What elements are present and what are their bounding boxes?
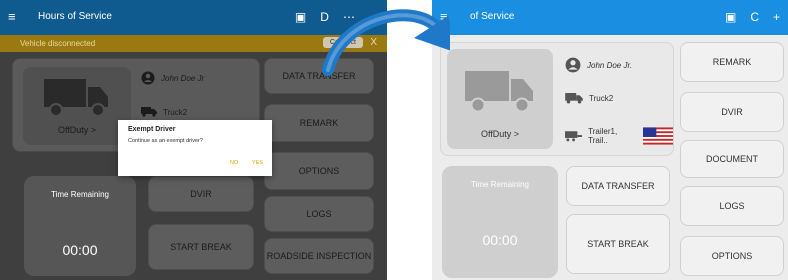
dvir-button[interactable]: DVIR	[148, 176, 254, 212]
time-remaining-label: Time Remaining	[51, 190, 109, 199]
time-remaining-card: Time Remaining 00:00	[442, 166, 558, 278]
banner-text: Vehicle disconnected	[20, 39, 96, 48]
options-button[interactable]: OPTIONS	[264, 152, 374, 190]
trailer-names: Trailer1, Trail..	[588, 127, 618, 145]
right-screenshot: ≡ of Service ▣ C + OffDuty > John Doe Jr…	[432, 0, 788, 280]
logs-button[interactable]: LOGS	[264, 196, 374, 232]
options-button[interactable]: OPTIONS	[680, 236, 784, 276]
status-tile[interactable]: OffDuty >	[23, 67, 131, 145]
user-icon	[565, 57, 581, 73]
driver-row: John Doe Jr.	[565, 57, 632, 73]
app-title: of Service	[470, 11, 515, 22]
sync-icon[interactable]: C	[750, 10, 759, 24]
roadside-inspection-button[interactable]: ROADSIDE INSPECTION	[264, 238, 374, 274]
start-break-button[interactable]: START BREAK	[148, 224, 254, 270]
user-icon	[141, 71, 155, 85]
dialog-message: Continue as an exempt driver?	[128, 138, 203, 144]
app-bar: ≡ of Service ▣ C +	[432, 0, 788, 35]
menu-icon[interactable]: ≡	[8, 9, 16, 24]
dialog-no-button[interactable]: NO	[230, 160, 238, 166]
duty-status: OffDuty >	[480, 129, 520, 139]
logs-button[interactable]: LOGS	[680, 186, 784, 226]
truck-small-icon	[565, 93, 583, 104]
vehicle-row: Truck2	[565, 93, 613, 104]
driver-card: OffDuty > John Doe Jr. Truck2 Trailer1, …	[440, 42, 674, 156]
time-remaining-card: Time Remaining 00:00	[24, 176, 136, 276]
time-remaining-value: 00:00	[62, 242, 98, 258]
status-tile[interactable]: OffDuty >	[447, 49, 553, 149]
driver-name: John Doe Jr.	[587, 60, 633, 70]
truck-icon	[465, 71, 533, 113]
vehicle-name: Truck2	[589, 94, 614, 103]
message-icon[interactable]: ▣	[725, 10, 736, 24]
truck-small-icon	[141, 107, 157, 117]
data-transfer-button[interactable]: DATA TRANSFER	[566, 166, 670, 206]
time-remaining-label: Time Remaining	[471, 180, 529, 189]
remark-button[interactable]: REMARK	[264, 104, 374, 142]
remark-button[interactable]: REMARK	[680, 42, 784, 82]
truck-icon	[44, 79, 108, 117]
driver-name: John Doe Jr	[161, 73, 205, 83]
start-break-button[interactable]: START BREAK	[566, 214, 670, 274]
trailer-icon	[565, 130, 583, 141]
dialog-title: Exempt Driver	[128, 126, 176, 133]
app-title: Hours of Service	[38, 11, 112, 22]
dialog-yes-button[interactable]: YES	[252, 160, 263, 166]
transition-arrow-icon	[322, 9, 450, 76]
vehicle-name: Truck2	[163, 107, 188, 117]
us-flag-icon	[642, 127, 673, 145]
exempt-driver-dialog: Exempt Driver Continue as an exempt driv…	[118, 120, 272, 176]
vehicle-row: Truck2	[141, 107, 187, 117]
driver-row: John Doe Jr	[141, 71, 204, 85]
dvir-button[interactable]: DVIR	[680, 92, 784, 132]
document-button[interactable]: DOCUMENT	[680, 140, 784, 178]
duty-status: OffDuty >	[57, 125, 97, 135]
add-icon[interactable]: +	[773, 10, 780, 24]
trailer-row: Trailer1, Trail..	[565, 127, 673, 145]
time-remaining-value: 00:00	[482, 232, 518, 248]
